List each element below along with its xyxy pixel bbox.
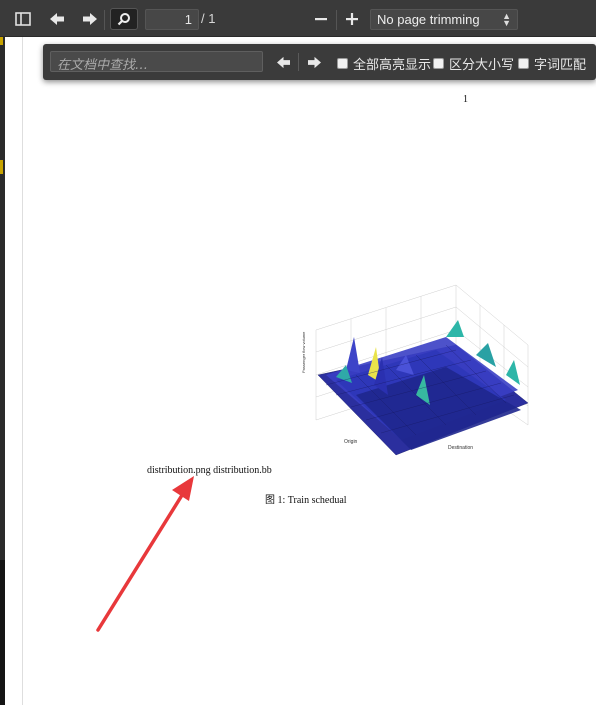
toolbar-separator [104,10,105,30]
match-case-label: 区分大小写 [449,58,515,73]
gutter-marker [0,160,3,174]
arrow-left-icon [276,56,290,68]
find-next-button[interactable] [303,53,325,71]
annotation-arrow [96,476,194,632]
find-button[interactable] [110,8,138,30]
arrow-left-icon [50,13,64,25]
sidebar-toggle-icon [15,12,31,26]
arrow-right-icon [307,56,321,68]
zoom-select-value: No page trimming [377,12,480,27]
match-case-option[interactable]: 区分大小写 [433,54,514,73]
zoom-out-button[interactable] [307,8,335,30]
x-axis-label: Origin [344,439,358,445]
page-edge [22,36,23,705]
findbar-separator [298,53,299,71]
find-bar: 在文档中查找… 全部高亮显示 区分大小写 字词匹配 [43,44,596,80]
search-icon [117,13,130,26]
surface-plot-figure: Passenger flow volume Origin Destination [301,284,529,456]
whole-word-option[interactable]: 字词匹配 [518,54,586,73]
highlight-all-label: 全部高亮显示 [353,58,432,73]
toolbar-separator [336,10,337,30]
page-number-input[interactable]: 1 [145,9,199,30]
z-axis-label: Passenger flow volume [301,331,306,373]
figure-caption: 图 1: Train schedual [265,495,347,506]
plot-surface [317,320,529,456]
zoom-select[interactable]: No page trimming ▲ ▼ [370,9,518,30]
pdf-toolbar: 1 / 1 No page trimming ▲ ▼ [0,0,596,37]
plus-icon [346,13,358,25]
highlight-all-option[interactable]: 全部高亮显示 [337,54,431,73]
document-page-number: 1 [463,94,468,105]
arrow-right-icon [83,13,97,25]
y-axis-label: Destination [448,445,473,451]
find-input[interactable]: 在文档中查找… [50,51,263,73]
page-total-label: / 1 [201,11,216,26]
sidebar-toggle-button[interactable] [9,8,37,30]
zoom-in-button[interactable] [338,8,366,30]
chevron-updown-icon: ▲ ▼ [502,11,511,28]
highlight-all-checkbox[interactable] [337,58,348,69]
find-previous-button[interactable] [272,53,294,71]
whole-word-label: 字词匹配 [534,58,587,73]
previous-page-button[interactable] [43,8,71,30]
match-case-checkbox[interactable] [433,58,444,69]
next-page-button[interactable] [76,8,104,30]
whole-word-checkbox[interactable] [518,58,529,69]
minus-icon [315,18,327,21]
